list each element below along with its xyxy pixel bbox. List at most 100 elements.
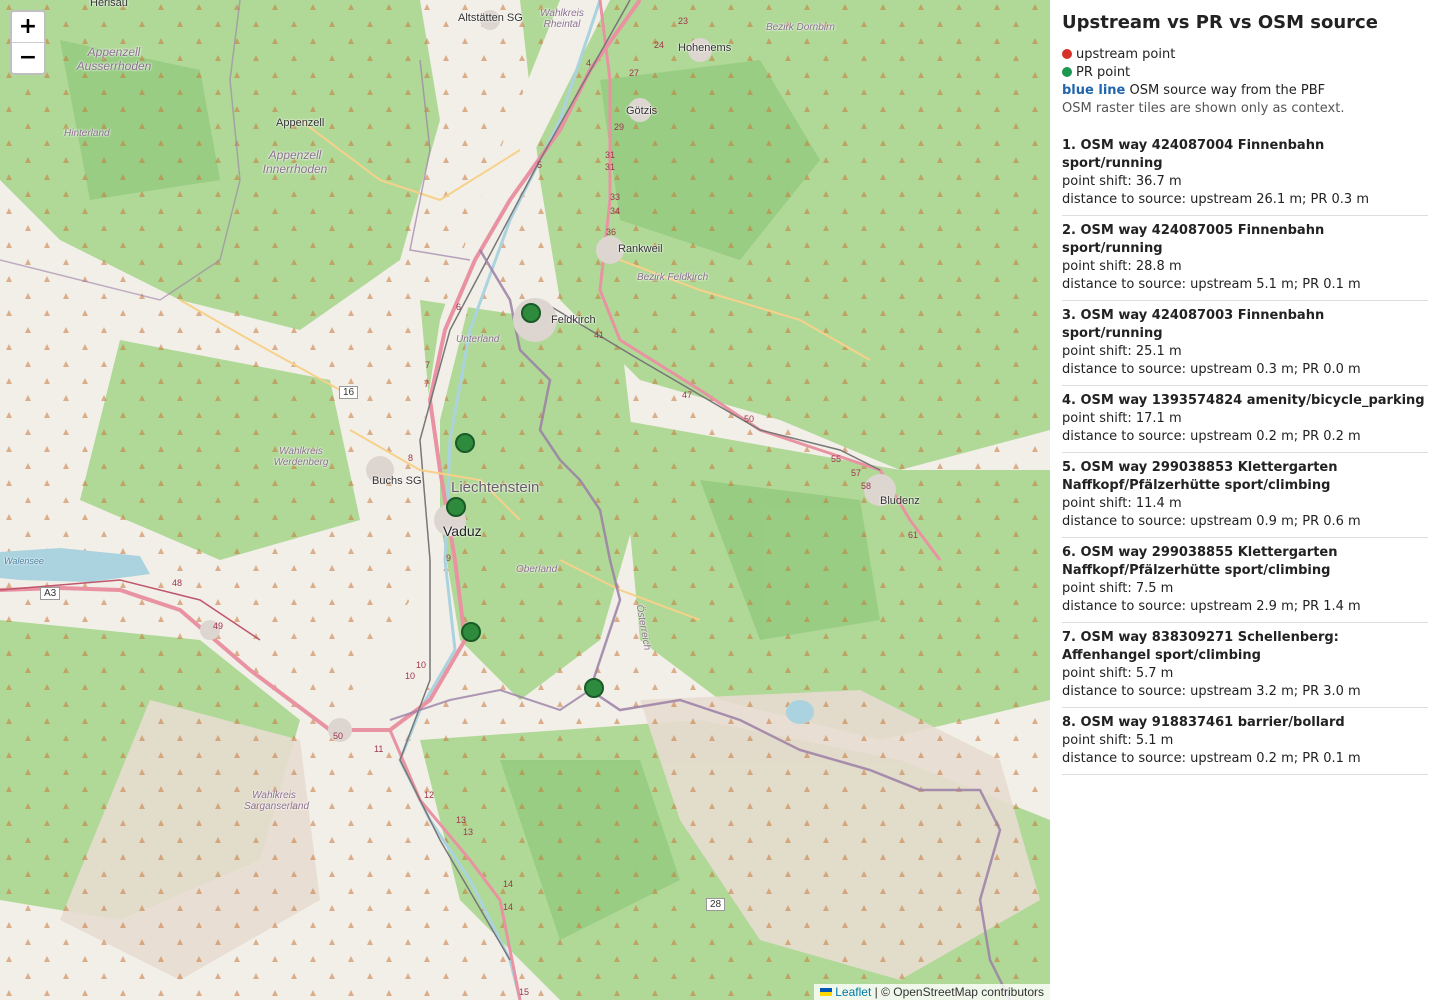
label-altstatten: Altstätten SG bbox=[458, 12, 523, 24]
legend-upstream-label: upstream point bbox=[1076, 47, 1176, 62]
item-shift: point shift: 28.8 m bbox=[1062, 259, 1182, 274]
route-number: 7 bbox=[424, 379, 430, 389]
pr-point-marker[interactable] bbox=[584, 678, 604, 698]
legend-pr: PR point bbox=[1062, 65, 1428, 81]
item-shift: point shift: 7.5 m bbox=[1062, 581, 1174, 596]
green-dot-icon bbox=[1062, 67, 1072, 77]
list-item[interactable]: 4. OSM way 1393574824 amenity/bicycle_pa… bbox=[1062, 386, 1428, 453]
item-title: 1. OSM way 424087004 Finnenbahn sport/ru… bbox=[1062, 138, 1325, 171]
label-oberland: Oberland bbox=[516, 564, 558, 575]
attribution-text: | © OpenStreetMap contributors bbox=[874, 985, 1044, 999]
shield-28: 28 bbox=[706, 898, 726, 911]
legend-blue-line-label: blue line bbox=[1062, 83, 1126, 98]
label-feldkirch: Feldkirch bbox=[551, 314, 596, 326]
label-vaduz: Vaduz bbox=[443, 523, 482, 539]
route-number: 9 bbox=[446, 553, 452, 563]
item-title: 6. OSM way 299038855 Klettergarten Naffk… bbox=[1062, 545, 1338, 578]
ukraine-flag-icon bbox=[820, 988, 833, 996]
list-item[interactable]: 3. OSM way 424087003 Finnenbahn sport/ru… bbox=[1062, 301, 1428, 386]
item-distance: distance to source: upstream 26.1 m; PR … bbox=[1062, 192, 1369, 207]
list-item[interactable]: 5. OSM way 299038853 Klettergarten Naffk… bbox=[1062, 453, 1428, 538]
pr-point-marker[interactable] bbox=[521, 303, 541, 323]
route-number: 58 bbox=[861, 481, 872, 491]
label-walensee: Walensee bbox=[4, 556, 44, 566]
legend-source: blue line OSM source way from the PBF bbox=[1062, 83, 1428, 99]
item-title: 2. OSM way 424087005 Finnenbahn sport/ru… bbox=[1062, 223, 1325, 256]
route-number: 50 bbox=[333, 731, 344, 741]
legend-note: OSM raster tiles are shown only as conte… bbox=[1062, 101, 1345, 116]
route-number: 33 bbox=[610, 192, 621, 202]
list-item[interactable]: 2. OSM way 424087005 Finnenbahn sport/ru… bbox=[1062, 216, 1428, 301]
item-shift: point shift: 25.1 m bbox=[1062, 344, 1182, 359]
label-wahlkreis-sarganserland: Wahlkreis Sarganserland bbox=[244, 790, 310, 812]
item-distance: distance to source: upstream 5.1 m; PR 0… bbox=[1062, 277, 1361, 292]
route-number: 47 bbox=[682, 390, 693, 400]
item-shift: point shift: 36.7 m bbox=[1062, 174, 1182, 189]
label-bezirk-dornbirn: Bezirk Dornbirn bbox=[766, 22, 835, 33]
item-title: 7. OSM way 838309271 Schellenberg: Affen… bbox=[1062, 630, 1339, 663]
route-number: 31 bbox=[605, 150, 616, 160]
pr-point-marker[interactable] bbox=[455, 433, 475, 453]
route-number: 41 bbox=[594, 330, 605, 340]
info-panel: Upstream vs PR vs OSM source upstream po… bbox=[1050, 0, 1440, 1000]
route-number: 7 bbox=[425, 360, 431, 370]
label-rankweil: Rankweil bbox=[618, 243, 663, 255]
route-number: 14 bbox=[503, 902, 514, 912]
item-title: 4. OSM way 1393574824 amenity/bicycle_pa… bbox=[1062, 393, 1425, 408]
list-item[interactable]: 1. OSM way 424087004 Finnenbahn sport/ru… bbox=[1062, 131, 1428, 216]
item-shift: point shift: 11.4 m bbox=[1062, 496, 1182, 511]
label-wahlkreis-werdenberg: Wahlkreis Werdenberg bbox=[273, 446, 329, 468]
route-number: 31 bbox=[605, 162, 616, 172]
result-list: 1. OSM way 424087004 Finnenbahn sport/ru… bbox=[1062, 131, 1428, 775]
list-item[interactable]: 6. OSM way 299038855 Klettergarten Naffk… bbox=[1062, 538, 1428, 623]
legend-pr-label: PR point bbox=[1076, 65, 1131, 80]
item-shift: point shift: 5.1 m bbox=[1062, 733, 1174, 748]
list-item[interactable]: 8. OSM way 918837461 barrier/bollard poi… bbox=[1062, 708, 1428, 775]
zoom-out-button[interactable]: − bbox=[12, 43, 44, 73]
route-number: 6 bbox=[456, 302, 462, 312]
label-wahlkreis-rheintal: Wahlkreis Rheintal bbox=[540, 8, 584, 30]
route-number: 10 bbox=[416, 660, 427, 670]
label-herisau: Herisau bbox=[90, 0, 128, 9]
item-distance: distance to source: upstream 0.2 m; PR 0… bbox=[1062, 751, 1361, 766]
item-shift: point shift: 17.1 m bbox=[1062, 411, 1182, 426]
label-appenzell-innerrhoden: Appenzell Innerrhoden bbox=[262, 148, 328, 176]
route-number: 14 bbox=[503, 879, 514, 889]
route-number: 23 bbox=[678, 16, 689, 26]
pr-point-marker[interactable] bbox=[461, 622, 481, 642]
item-distance: distance to source: upstream 0.2 m; PR 0… bbox=[1062, 429, 1361, 444]
route-number: 13 bbox=[456, 815, 467, 825]
route-number: 27 bbox=[629, 68, 640, 78]
route-number: 49 bbox=[213, 621, 224, 631]
label-hinterland: Hinterland bbox=[64, 128, 110, 139]
pr-point-marker[interactable] bbox=[446, 497, 466, 517]
leaflet-link[interactable]: Leaflet bbox=[835, 985, 871, 999]
list-item[interactable]: 7. OSM way 838309271 Schellenberg: Affen… bbox=[1062, 623, 1428, 708]
legend-source-label: OSM source way from the PBF bbox=[1125, 83, 1326, 98]
route-number: 24 bbox=[654, 40, 665, 50]
label-bezirk-feldkirch: Bezirk Feldkirch bbox=[637, 272, 709, 283]
item-title: 3. OSM way 424087003 Finnenbahn sport/ru… bbox=[1062, 308, 1325, 341]
label-hohenems: Hohenems bbox=[678, 42, 732, 54]
map-view[interactable]: + − Herisau Altstätten SG Wahlkreis Rhei… bbox=[0, 0, 1050, 1000]
route-number: 61 bbox=[908, 530, 919, 540]
item-distance: distance to source: upstream 3.2 m; PR 3… bbox=[1062, 684, 1361, 699]
item-shift: point shift: 5.7 m bbox=[1062, 666, 1174, 681]
route-number: 13 bbox=[463, 827, 474, 837]
attribution: Leaflet | © OpenStreetMap contributors bbox=[814, 984, 1050, 1000]
red-dot-icon bbox=[1062, 49, 1072, 59]
label-buchs: Buchs SG bbox=[372, 475, 422, 487]
label-liechtenstein: Liechtenstein bbox=[451, 479, 540, 496]
route-number: 55 bbox=[831, 454, 842, 464]
zoom-in-button[interactable]: + bbox=[12, 12, 44, 43]
label-appenzell-ausserrhoden: Appenzell Ausserrhoden bbox=[76, 45, 152, 73]
route-number: 10 bbox=[405, 671, 416, 681]
route-number: 36 bbox=[606, 227, 617, 237]
route-number: 29 bbox=[614, 122, 625, 132]
zoom-control: + − bbox=[10, 10, 46, 75]
item-title: 8. OSM way 918837461 barrier/bollard bbox=[1062, 715, 1345, 730]
route-number: 12 bbox=[424, 790, 435, 800]
item-distance: distance to source: upstream 0.9 m; PR 0… bbox=[1062, 514, 1361, 529]
route-number: 4 bbox=[586, 58, 592, 68]
route-number: 50 bbox=[744, 414, 755, 424]
